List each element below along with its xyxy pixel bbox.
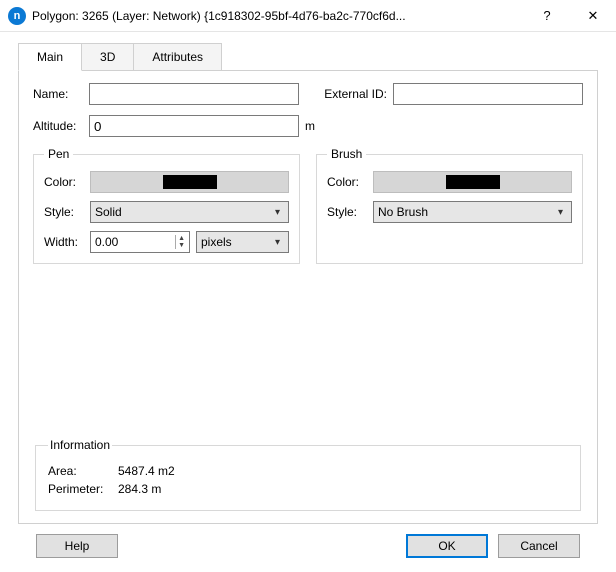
chevron-down-icon: ▾ [271, 237, 284, 248]
brush-style-value: No Brush [378, 205, 554, 219]
pen-color-button[interactable] [90, 171, 289, 193]
pen-style-value: Solid [95, 205, 271, 219]
name-label: Name: [33, 87, 83, 101]
pen-group: Pen Color: Style: Solid ▾ Width: [33, 147, 300, 264]
brush-group: Brush Color: Style: No Brush ▾ [316, 147, 583, 264]
cancel-button[interactable]: Cancel [498, 534, 580, 558]
chevron-down-icon: ▾ [554, 207, 567, 218]
pen-width-label: Width: [44, 235, 84, 249]
brush-color-button[interactable] [373, 171, 572, 193]
brush-legend: Brush [327, 147, 366, 161]
pen-width-unit-combo[interactable]: pixels ▾ [196, 231, 289, 253]
brush-style-label: Style: [327, 205, 367, 219]
ok-button[interactable]: OK [406, 534, 488, 558]
altitude-input[interactable] [89, 115, 299, 137]
information-group: Information Area: 5487.4 m2 Perimeter: 2… [33, 438, 583, 511]
altitude-label: Altitude: [33, 119, 83, 133]
pen-style-combo[interactable]: Solid ▾ [90, 201, 289, 223]
tab-attributes[interactable]: Attributes [133, 43, 222, 71]
area-value: 5487.4 m2 [118, 464, 175, 478]
external-id-label: External ID: [324, 87, 387, 101]
pen-color-swatch [163, 175, 217, 189]
brush-color-label: Color: [327, 175, 367, 189]
tab-strip: Main 3D Attributes [18, 42, 598, 70]
spinner-buttons-icon[interactable]: ▲▼ [175, 235, 185, 249]
external-id-input[interactable] [393, 83, 583, 105]
pen-color-label: Color: [44, 175, 84, 189]
perimeter-label: Perimeter: [48, 482, 118, 496]
brush-color-swatch [446, 175, 500, 189]
app-icon: n [8, 7, 26, 25]
help-button[interactable]: ? [524, 0, 570, 32]
pen-style-label: Style: [44, 205, 84, 219]
pen-width-spinner[interactable]: 0.00 ▲▼ [90, 231, 190, 253]
perimeter-value: 284.3 m [118, 482, 161, 496]
dialog-content: Main 3D Attributes Name: External ID: Al… [0, 32, 616, 572]
brush-style-combo[interactable]: No Brush ▾ [373, 201, 572, 223]
chevron-down-icon: ▾ [271, 207, 284, 218]
help-footer-button[interactable]: Help [36, 534, 118, 558]
tab-pane-main: Name: External ID: Altitude: m Pen Color… [18, 70, 598, 524]
pen-width-unit-value: pixels [201, 235, 271, 249]
pen-width-value: 0.00 [95, 235, 175, 249]
titlebar: n Polygon: 3265 (Layer: Network) {1c9183… [0, 0, 616, 32]
close-button[interactable]: ✕ [570, 0, 616, 32]
information-legend: Information [48, 438, 112, 452]
area-label: Area: [48, 464, 118, 478]
tab-3d[interactable]: 3D [81, 43, 134, 71]
name-input[interactable] [89, 83, 299, 105]
window-title: Polygon: 3265 (Layer: Network) {1c918302… [32, 9, 524, 23]
pen-legend: Pen [44, 147, 73, 161]
altitude-unit: m [305, 119, 315, 133]
tab-main[interactable]: Main [18, 43, 82, 71]
